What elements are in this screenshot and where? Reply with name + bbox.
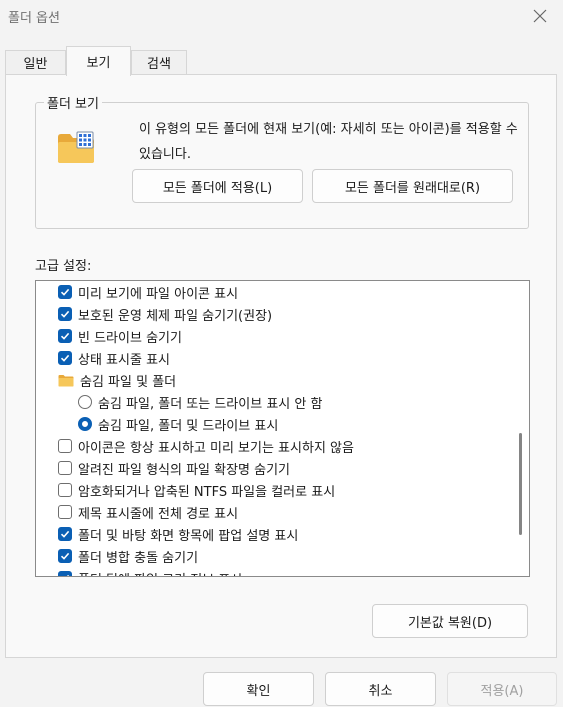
checkbox-checked[interactable] bbox=[58, 285, 72, 299]
list-item[interactable]: 보호된 운영 체제 파일 숨기기(권장) bbox=[58, 303, 272, 325]
checkbox-unchecked[interactable] bbox=[58, 461, 72, 475]
list-item[interactable]: 상태 표시줄 표시 bbox=[58, 347, 170, 369]
dialog-footer: 확인 취소 적용(A) bbox=[0, 658, 563, 707]
radio-unselected[interactable] bbox=[78, 395, 92, 409]
radio-selected[interactable] bbox=[78, 417, 92, 431]
list-item[interactable]: 폴더 및 바탕 화면 항목에 팝업 설명 표시 bbox=[58, 523, 298, 545]
list-item[interactable]: 빈 드라이브 숨기기 bbox=[58, 325, 182, 347]
check-icon bbox=[60, 354, 70, 362]
list-item-label: 알려진 파일 형식의 파일 확장명 숨기기 bbox=[78, 462, 291, 478]
checkbox-unchecked[interactable] bbox=[58, 505, 72, 519]
list-item[interactable]: 제목 표시줄에 전체 경로 표시 bbox=[58, 501, 238, 523]
view-tab-panel: 폴더 보기 이 유형의 모든 폴더에 현재 보기(예: 자세히 또는 아이콘)를… bbox=[5, 74, 557, 658]
list-item-label: 보호된 운영 체제 파일 숨기기(권장) bbox=[78, 308, 273, 324]
check-icon bbox=[67, 574, 70, 576]
list-item[interactable]: 폴더 팁에 파일 크기 정보 표시 bbox=[58, 567, 242, 577]
list-item-label: 숨김 파일, 폴더 또는 드라이브 표시 안 함 bbox=[98, 396, 323, 412]
cancel-button[interactable]: 취소 bbox=[325, 672, 436, 706]
list-item[interactable]: 폴더 병합 충돌 숨기기 bbox=[58, 545, 198, 567]
tab-search[interactable]: 검색 bbox=[131, 50, 187, 74]
list-scrollbar-thumb[interactable] bbox=[519, 433, 522, 535]
tab-view[interactable]: 보기 bbox=[66, 46, 131, 76]
list-item[interactable]: 숨김 파일, 폴더 또는 드라이브 표시 안 함 bbox=[78, 391, 322, 413]
checkbox-checked[interactable] bbox=[58, 549, 72, 563]
list-item-label: 암호화되거나 압축된 NTFS 파일을 컬러로 표시 bbox=[78, 484, 336, 500]
title-bar: 폴더 옵션 bbox=[0, 0, 563, 32]
list-item-label: 폴더 병합 충돌 숨기기 bbox=[78, 550, 199, 566]
list-item-label: 미리 보기에 파일 아이콘 표시 bbox=[78, 286, 239, 302]
folder-view-group-label: 폴더 보기 bbox=[44, 93, 102, 112]
folder-view-description: 이 유형의 모든 폴더에 현재 보기(예: 자세히 또는 아이콘)를 적용할 수… bbox=[139, 122, 518, 162]
ok-button[interactable]: 확인 bbox=[203, 672, 314, 706]
check-icon bbox=[60, 530, 70, 538]
checkbox-checked[interactable] bbox=[58, 527, 72, 541]
checkbox-unchecked[interactable] bbox=[58, 439, 72, 453]
list-item-label: 상태 표시줄 표시 bbox=[78, 352, 170, 368]
apply-button[interactable]: 적용(A) bbox=[447, 672, 557, 706]
list-item-label: 숨김 파일 및 폴더 bbox=[80, 374, 177, 390]
list-item-label: 폴더 및 바탕 화면 항목에 팝업 설명 표시 bbox=[78, 528, 299, 544]
list-item-label: 제목 표시줄에 전체 경로 표시 bbox=[78, 506, 239, 522]
tab-general[interactable]: 일반 bbox=[5, 50, 66, 74]
close-button[interactable] bbox=[517, 0, 563, 32]
list-item[interactable]: 암호화되거나 압축된 NTFS 파일을 컬러로 표시 bbox=[58, 479, 335, 501]
check-icon bbox=[60, 288, 70, 296]
list-scrollbar[interactable] bbox=[512, 281, 529, 576]
close-icon bbox=[533, 9, 547, 23]
apply-to-folders-button[interactable]: 모든 폴더에 적용(L) bbox=[132, 169, 303, 203]
list-item[interactable]: 알려진 파일 형식의 파일 확장명 숨기기 bbox=[58, 457, 290, 479]
check-icon bbox=[60, 552, 70, 560]
advanced-settings-list[interactable]: 미리 보기에 파일 아이콘 표시 보호된 운영 체제 파일 숨기기(권장) 빈 … bbox=[35, 280, 530, 577]
list-item[interactable]: 숨김 파일, 폴더 및 드라이브 표시 bbox=[78, 413, 278, 435]
checkbox-checked[interactable] bbox=[58, 571, 72, 576]
restore-defaults-button[interactable]: 기본값 복원(D) bbox=[372, 604, 528, 638]
checkbox-checked[interactable] bbox=[58, 329, 72, 343]
list-item-label: 빈 드라이브 숨기기 bbox=[78, 330, 182, 346]
check-icon bbox=[60, 310, 70, 318]
window-title: 폴더 옵션 bbox=[8, 11, 60, 26]
advanced-settings-label: 고급 설정: bbox=[35, 259, 92, 274]
checkbox-checked[interactable] bbox=[58, 307, 72, 321]
checkbox-checked[interactable] bbox=[58, 351, 72, 365]
list-item-folder: 숨김 파일 및 폴더 bbox=[58, 369, 176, 391]
list-item-label: 숨김 파일, 폴더 및 드라이브 표시 bbox=[98, 418, 279, 434]
folder-view-group: 폴더 보기 이 유형의 모든 폴더에 현재 보기(예: 자세히 또는 아이콘)를… bbox=[35, 93, 529, 229]
folder-icon bbox=[58, 374, 74, 386]
reset-folders-button[interactable]: 모든 폴더를 원래대로(R) bbox=[312, 169, 513, 203]
list-item-label: 아이콘은 항상 표시하고 미리 보기는 표시하지 않음 bbox=[78, 440, 354, 456]
list-item[interactable]: 미리 보기에 파일 아이콘 표시 bbox=[58, 281, 238, 303]
list-item[interactable]: 아이콘은 항상 표시하고 미리 보기는 표시하지 않음 bbox=[58, 435, 354, 457]
checkbox-unchecked[interactable] bbox=[58, 483, 72, 497]
folder-view-icon bbox=[57, 131, 95, 165]
list-item-label: 폴더 팁에 파일 크기 정보 표시 bbox=[78, 569, 242, 577]
check-icon bbox=[60, 332, 70, 340]
